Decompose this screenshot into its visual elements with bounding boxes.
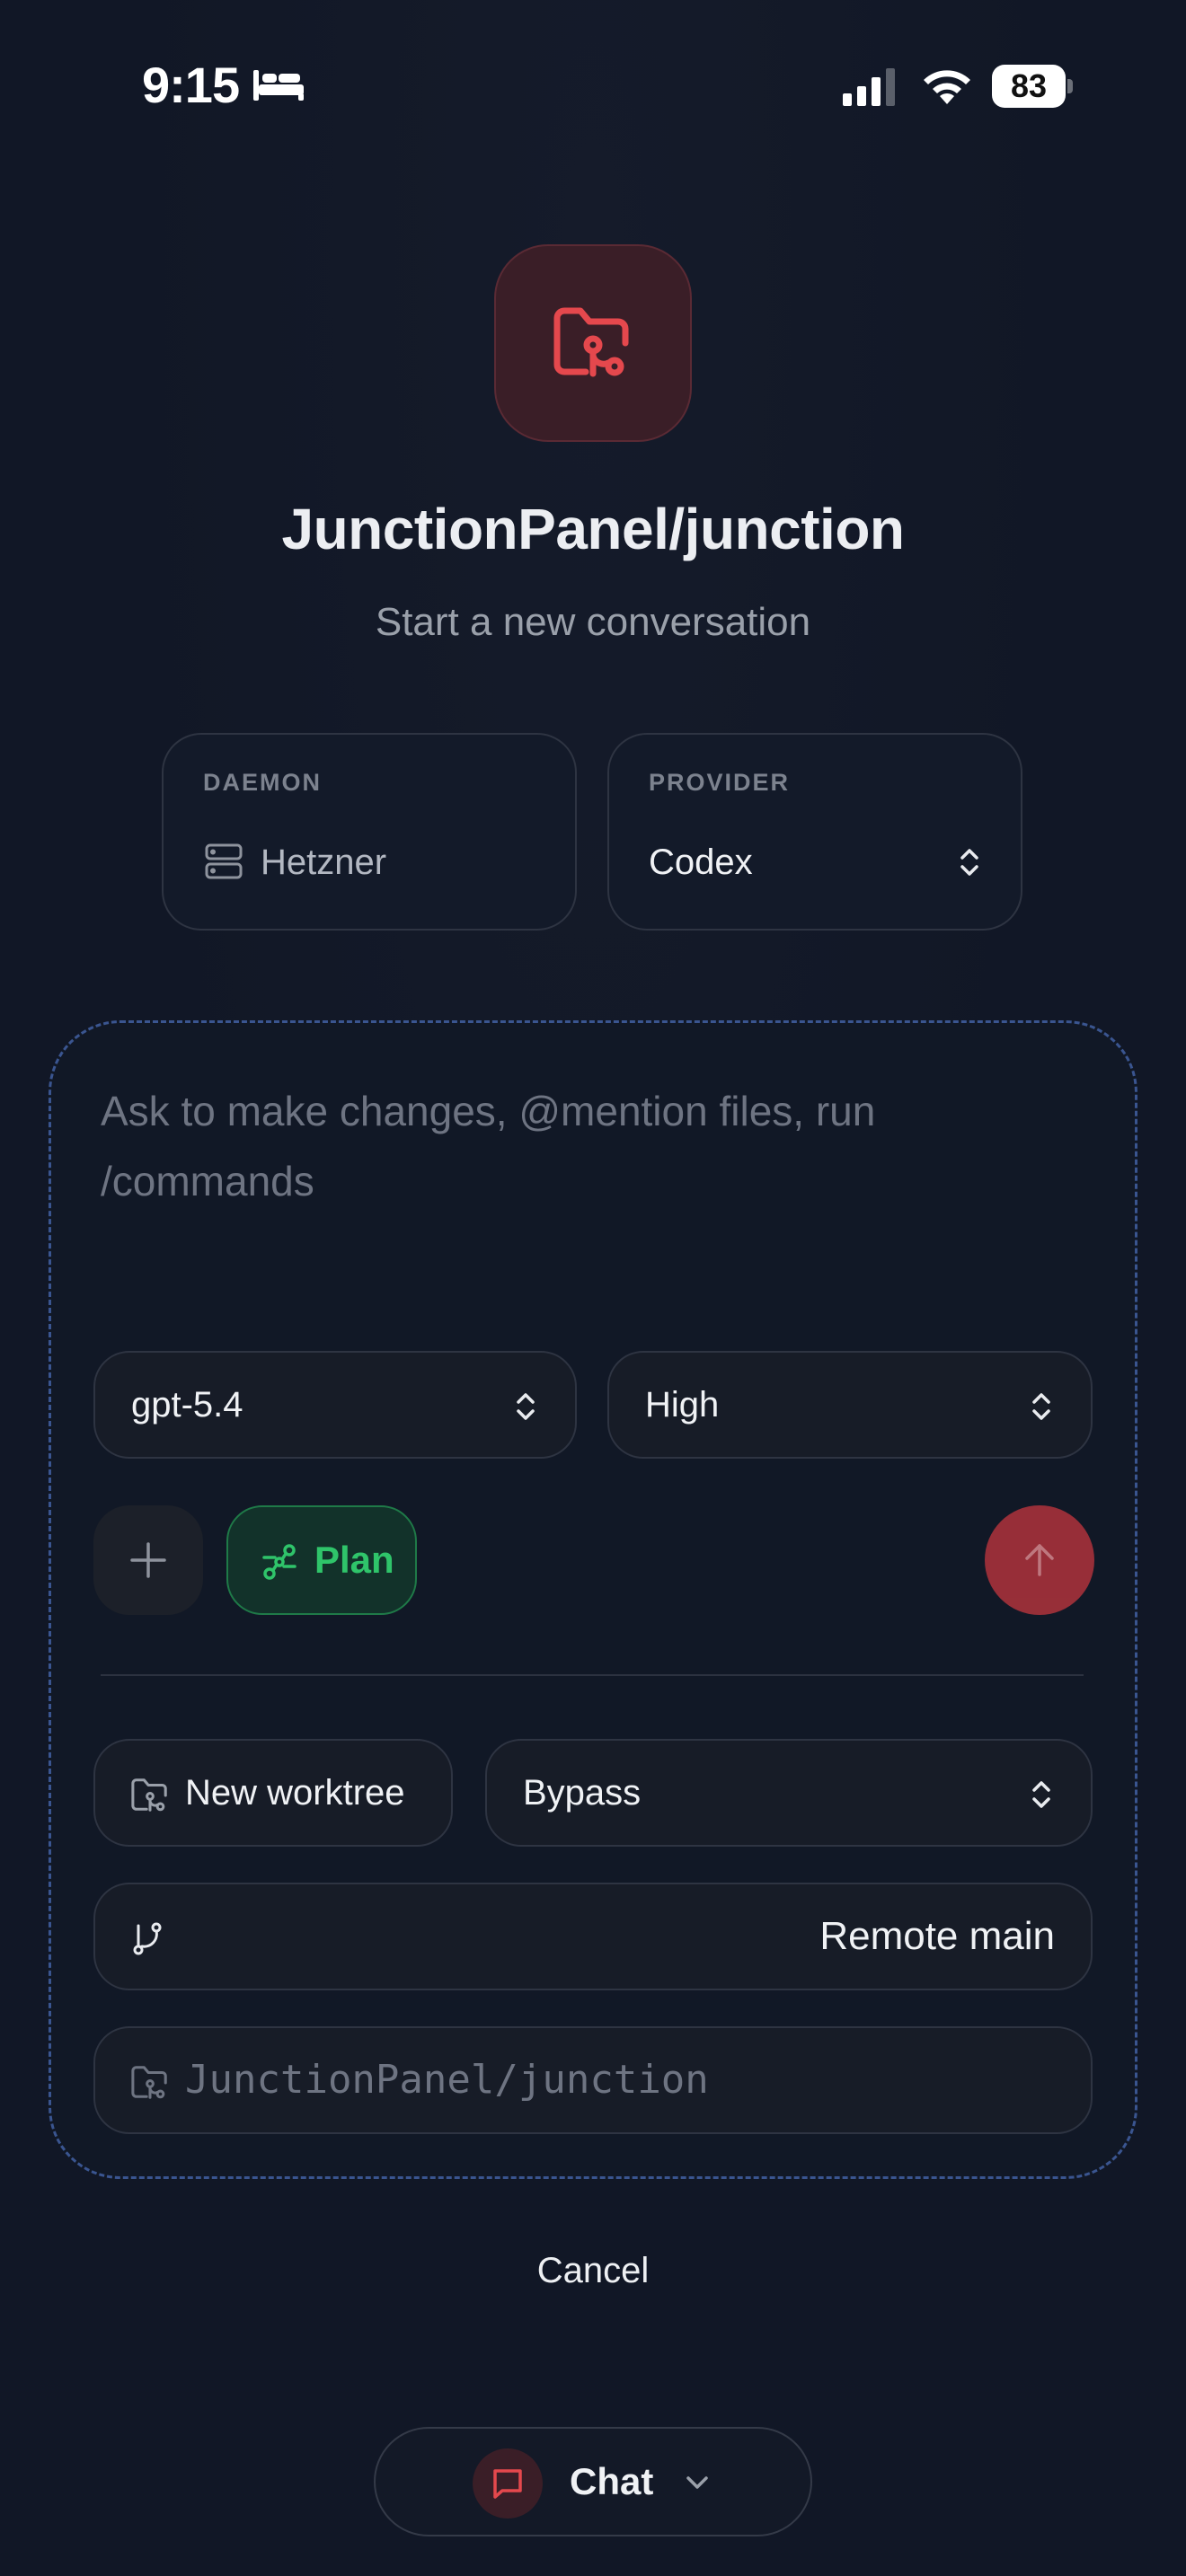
plus-icon (130, 1542, 166, 1578)
chevron-down-icon (686, 2476, 708, 2489)
mode-switcher[interactable]: Chat (374, 2427, 812, 2536)
chat-bubble-icon (493, 2469, 522, 2499)
divider (101, 1674, 1084, 1676)
bed-icon (253, 70, 304, 101)
chevron-up-down-icon (517, 1393, 535, 1420)
model-select[interactable]: gpt-5.4 (93, 1351, 577, 1459)
project-icon-badge (494, 244, 692, 442)
provider-value: Codex (649, 842, 753, 882)
folder-git-icon (553, 307, 629, 377)
new-worktree-label: New worktree (185, 1773, 405, 1813)
plan-mode-toggle[interactable]: Plan (226, 1505, 417, 1615)
provider-selector[interactable]: PROVIDER Codex (607, 733, 1022, 931)
base-branch-value: Remote main (819, 1914, 1055, 1958)
provider-label: PROVIDER (649, 769, 791, 796)
chevron-up-down-icon (960, 849, 978, 876)
page-title: JunctionPanel/junction (281, 497, 905, 561)
new-worktree-button[interactable]: New worktree (93, 1739, 453, 1847)
arrow-up-icon (1025, 1544, 1054, 1576)
battery-level: 83 (1010, 67, 1048, 104)
battery-tip (1067, 79, 1073, 93)
page-subtitle: Start a new conversation (375, 600, 811, 644)
model-value: gpt-5.4 (131, 1385, 243, 1425)
plan-label: Plan (314, 1539, 394, 1581)
permission-mode-select[interactable]: Bypass (485, 1739, 1093, 1847)
effort-value: High (645, 1385, 720, 1425)
permission-mode-value: Bypass (523, 1773, 642, 1813)
add-attachment-button[interactable] (93, 1505, 203, 1615)
chevron-up-down-icon (1032, 1781, 1050, 1808)
base-branch-select[interactable]: Remote main (93, 1883, 1093, 1990)
battery-icon: 83 (992, 65, 1073, 108)
new-conversation-screen: 9:15 83 JunctionPanel/junction Start a n… (0, 0, 1186, 2576)
route-icon (262, 1544, 296, 1580)
cancel-button[interactable]: Cancel (503, 2242, 683, 2299)
prompt-input[interactable]: Ask to make changes, @mention files, run… (101, 1076, 1044, 1216)
send-button[interactable] (985, 1505, 1094, 1615)
status-time: 9:15 (142, 57, 240, 113)
folder-git-icon (131, 2066, 167, 2099)
folder-git-icon (131, 1778, 167, 1812)
worktree-path-value: JunctionPanel/junction (185, 2057, 709, 2103)
wifi-icon (924, 70, 970, 104)
chevron-up-down-icon (1032, 1393, 1050, 1420)
daemon-selector[interactable]: DAEMON Hetzner (162, 733, 577, 931)
mode-label: Chat (570, 2460, 654, 2502)
cellular-signal-icon (843, 68, 895, 106)
daemon-label: DAEMON (203, 769, 322, 796)
daemon-value: Hetzner (261, 842, 387, 882)
git-branch-icon (133, 1922, 162, 1955)
reasoning-effort-select[interactable]: High (607, 1351, 1093, 1459)
server-icon (205, 843, 243, 879)
chat-icon-badge (473, 2448, 543, 2519)
worktree-path-field[interactable]: JunctionPanel/junction (93, 2026, 1093, 2134)
